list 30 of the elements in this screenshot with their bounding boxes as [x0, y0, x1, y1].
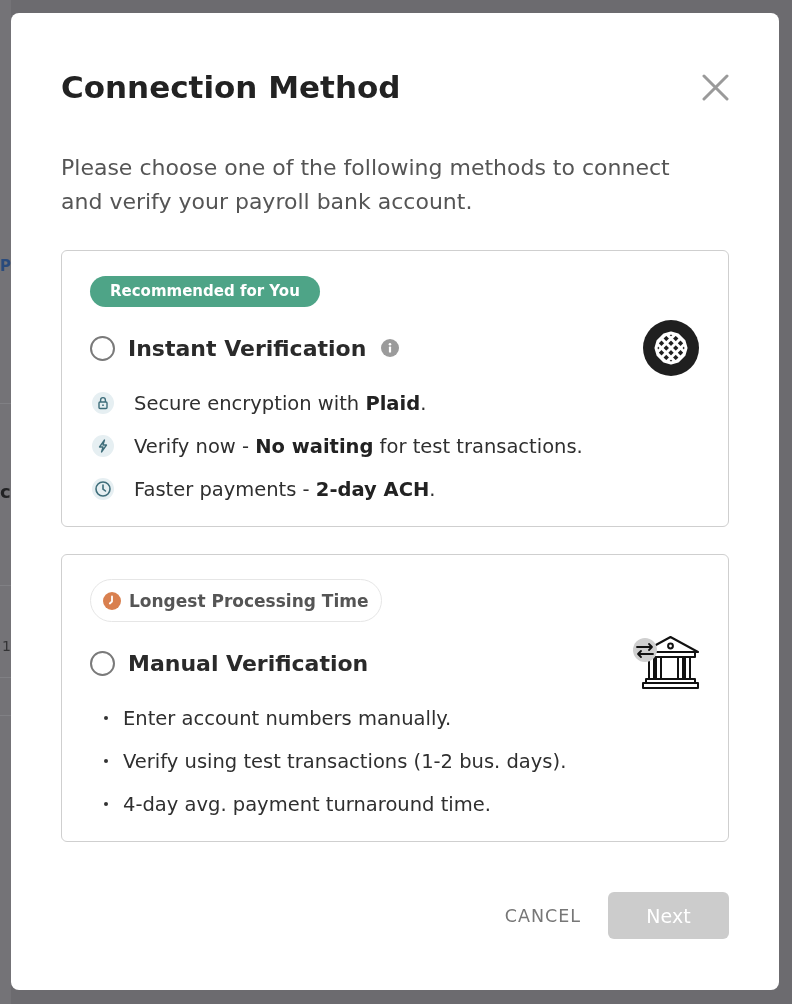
close-icon	[702, 73, 729, 101]
background-text: P	[0, 258, 11, 275]
close-button[interactable]	[702, 73, 729, 101]
dialog-description: Please choose one of the following methods to connect and verify your payroll bank account.	[61, 154, 671, 216]
background-cell-text: 1	[2, 639, 11, 655]
recommended-badge: Recommended for You	[90, 276, 320, 307]
radio-button[interactable]	[90, 650, 115, 676]
lattice-logo-icon	[643, 320, 699, 376]
feature-text: Verify now - No waiting for test transactions.	[134, 434, 583, 458]
cancel-button[interactable]: CANCEL	[504, 905, 581, 926]
feature-text: Secure encryption with Plaid.	[134, 391, 427, 415]
bullet-text: 4-day avg. payment turnaround time.	[123, 792, 491, 816]
bullet-text: Verify using test transactions (1-2 bus. days).	[123, 749, 567, 773]
option-title: Manual Verification	[128, 650, 369, 676]
option-title: Instant Verification	[128, 335, 367, 361]
bullet-icon	[104, 802, 108, 806]
bullet-icon	[104, 716, 108, 720]
info-icon[interactable]	[381, 339, 400, 357]
bullet-icon	[104, 759, 108, 763]
bullet-text: Enter account numbers manually.	[123, 706, 452, 730]
lightning-icon	[92, 435, 114, 457]
lock-icon	[92, 392, 114, 414]
clock-icon	[103, 591, 121, 610]
background-heading: c	[0, 482, 11, 502]
bank-icon	[632, 634, 699, 692]
radio-button[interactable]	[90, 335, 115, 361]
badge-text: Longest Processing Time	[129, 590, 369, 611]
clock-icon	[92, 478, 114, 500]
feature-text: Faster payments - 2-day ACH.	[134, 477, 436, 501]
dialog-title: Connection Method	[61, 68, 401, 107]
